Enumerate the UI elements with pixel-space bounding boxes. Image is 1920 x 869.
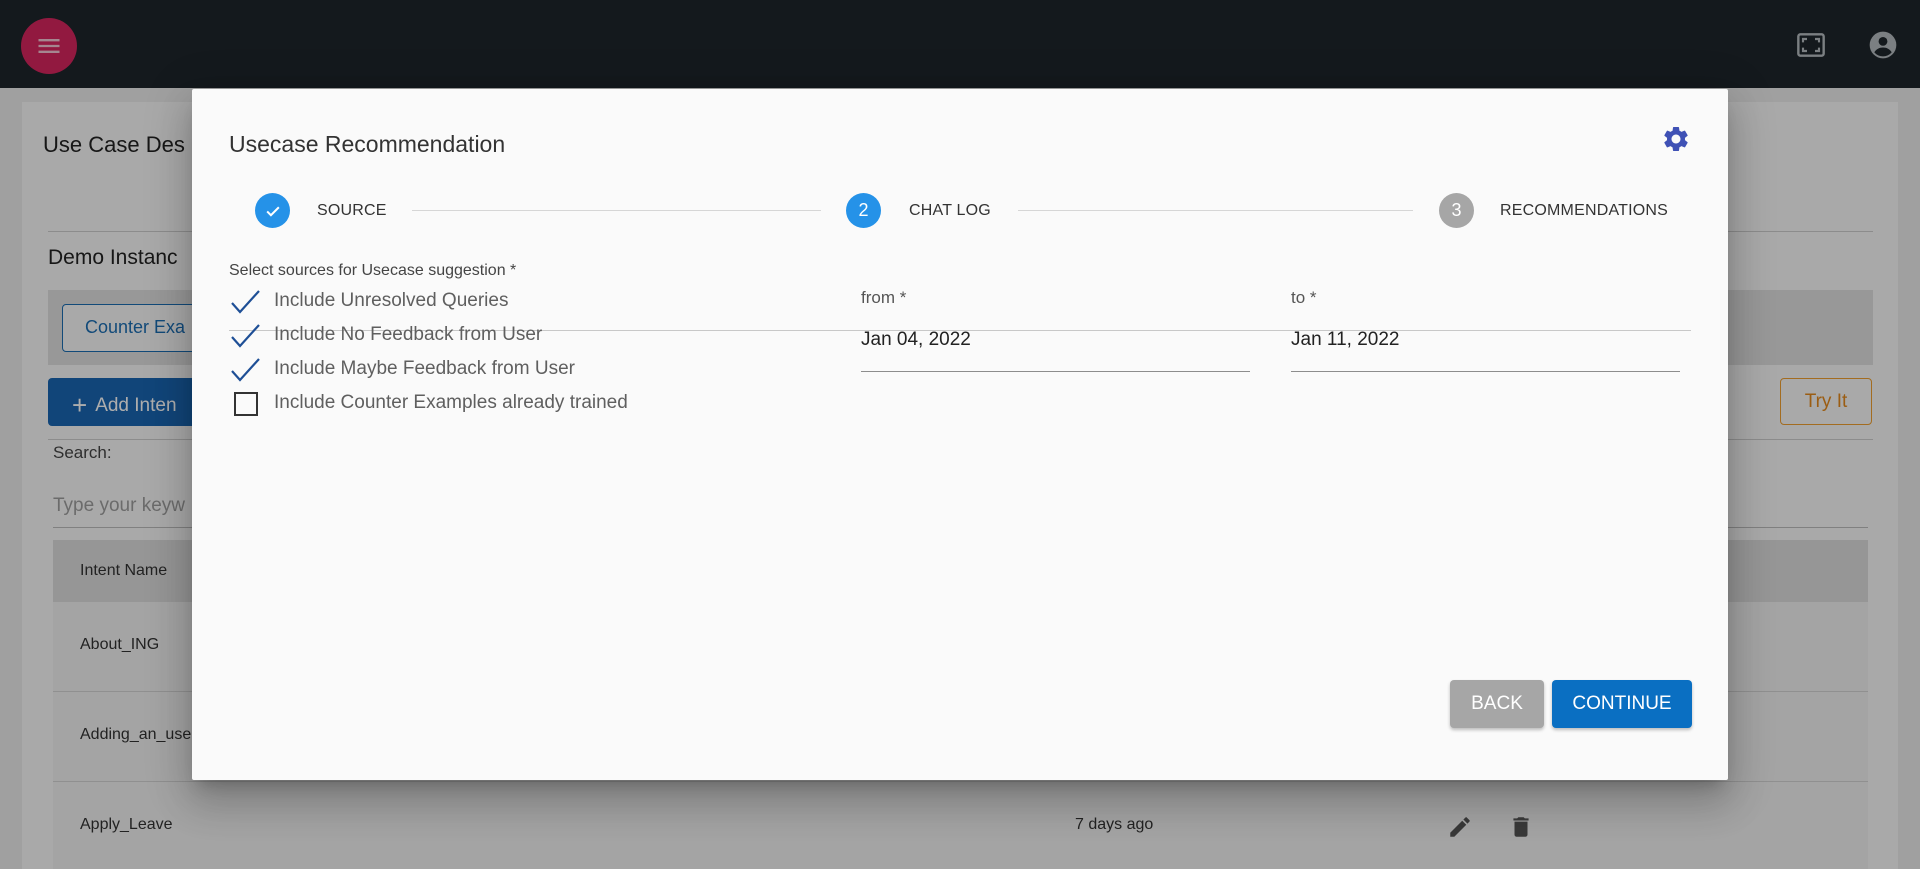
settings-icon (1664, 126, 1688, 151)
dialog-title: Usecase Recommendation (229, 131, 506, 157)
step-recommendations[interactable]: 3 (1439, 193, 1474, 228)
field-underline (861, 371, 1250, 372)
step-connector (1018, 210, 1413, 211)
to-date-value[interactable]: Jan 11, 2022 (1291, 329, 1399, 351)
usecase-recommendation-dialog: Usecase Recommendation SOURCE 2 CHAT LOG… (192, 89, 1728, 780)
step-connector (412, 210, 821, 211)
field-underline (1291, 371, 1680, 372)
settings-button[interactable] (1658, 121, 1694, 157)
step-source-completed[interactable] (255, 193, 290, 228)
check-icon (265, 206, 280, 217)
step-label-source: SOURCE (317, 202, 387, 219)
source-option-label: Include Maybe Feedback from User (274, 358, 575, 379)
sources-label: Select sources for Usecase suggestion * (229, 262, 517, 279)
from-date-label: from * (861, 288, 907, 307)
checkmark-icon[interactable] (229, 321, 263, 351)
source-option-label: Include Unresolved Queries (274, 290, 509, 311)
from-date-value[interactable]: Jan 04, 2022 (861, 329, 971, 351)
to-date-field[interactable]: to * Jan 11, 2022 (1291, 288, 1680, 372)
to-date-label: to * (1291, 288, 1317, 307)
step-label-chat-log: CHAT LOG (909, 202, 991, 219)
continue-button[interactable]: CONTINUE (1552, 680, 1692, 728)
checkmark-icon[interactable] (229, 355, 263, 385)
step-chat-log-active[interactable]: 2 (846, 193, 881, 228)
checkmark-icon[interactable] (229, 287, 263, 317)
checkbox-unchecked-icon[interactable] (234, 392, 258, 416)
step-label-recommendations: RECOMMENDATIONS (1500, 202, 1669, 219)
source-option-label: Include No Feedback from User (274, 324, 543, 345)
source-option-label: Include Counter Examples already trained (274, 392, 628, 413)
from-date-field[interactable]: from * Jan 04, 2022 (861, 288, 1250, 372)
back-button[interactable]: BACK (1450, 680, 1544, 728)
